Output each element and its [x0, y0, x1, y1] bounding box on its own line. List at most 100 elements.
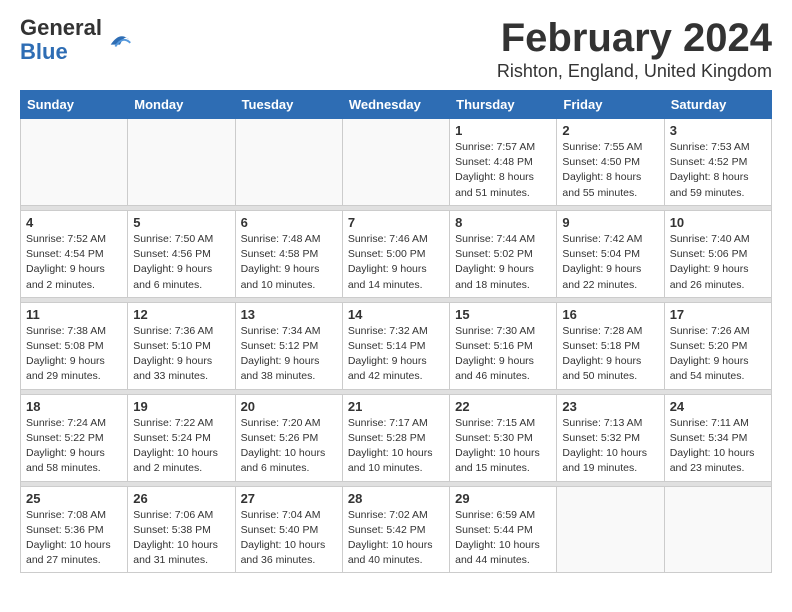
calendar-cell: 15 Sunrise: 7:30 AM Sunset: 5:16 PM Dayli… [450, 302, 557, 389]
day-number: 27 [241, 491, 337, 506]
day-number: 4 [26, 215, 122, 230]
calendar-cell [21, 119, 128, 206]
day-info: Sunrise: 7:36 AM Sunset: 5:10 PM Dayligh… [133, 324, 229, 385]
column-header-wednesday: Wednesday [342, 91, 449, 119]
day-number: 22 [455, 399, 551, 414]
column-header-sunday: Sunday [21, 91, 128, 119]
calendar-cell [557, 486, 664, 573]
calendar-cell: 10 Sunrise: 7:40 AM Sunset: 5:06 PM Dayli… [664, 210, 771, 297]
day-info: Sunrise: 7:17 AM Sunset: 5:28 PM Dayligh… [348, 416, 444, 477]
day-number: 2 [562, 123, 658, 138]
calendar-cell [342, 119, 449, 206]
day-info: Sunrise: 7:02 AM Sunset: 5:42 PM Dayligh… [348, 508, 444, 569]
calendar-header-row: SundayMondayTuesdayWednesdayThursdayFrid… [21, 91, 772, 119]
calendar-cell: 25 Sunrise: 7:08 AM Sunset: 5:36 PM Dayli… [21, 486, 128, 573]
day-number: 28 [348, 491, 444, 506]
day-info: Sunrise: 7:53 AM Sunset: 4:52 PM Dayligh… [670, 140, 766, 201]
day-info: Sunrise: 7:24 AM Sunset: 5:22 PM Dayligh… [26, 416, 122, 477]
calendar-cell: 14 Sunrise: 7:32 AM Sunset: 5:14 PM Dayli… [342, 302, 449, 389]
day-number: 16 [562, 307, 658, 322]
calendar-cell: 29Sunrise: 6:59 AM Sunset: 5:44 PM Dayli… [450, 486, 557, 573]
calendar-cell: 17 Sunrise: 7:26 AM Sunset: 5:20 PM Dayli… [664, 302, 771, 389]
calendar-cell: 1 Sunrise: 7:57 AM Sunset: 4:48 PM Daylig… [450, 119, 557, 206]
day-number: 7 [348, 215, 444, 230]
logo: General Blue [20, 16, 134, 64]
logo-blue-text: Blue [20, 39, 68, 64]
day-info: Sunrise: 7:42 AM Sunset: 5:04 PM Dayligh… [562, 232, 658, 293]
calendar-cell: 3 Sunrise: 7:53 AM Sunset: 4:52 PM Daylig… [664, 119, 771, 206]
day-info: Sunrise: 7:46 AM Sunset: 5:00 PM Dayligh… [348, 232, 444, 293]
week-row-1: 4 Sunrise: 7:52 AM Sunset: 4:54 PM Daylig… [21, 210, 772, 297]
calendar-cell: 16Sunrise: 7:28 AM Sunset: 5:18 PM Dayli… [557, 302, 664, 389]
calendar-cell: 20Sunrise: 7:20 AM Sunset: 5:26 PM Dayli… [235, 394, 342, 481]
calendar-cell: 19 Sunrise: 7:22 AM Sunset: 5:24 PM Dayli… [128, 394, 235, 481]
day-info: Sunrise: 7:44 AM Sunset: 5:02 PM Dayligh… [455, 232, 551, 293]
calendar-cell [128, 119, 235, 206]
day-number: 24 [670, 399, 766, 414]
day-number: 8 [455, 215, 551, 230]
day-info: Sunrise: 7:55 AM Sunset: 4:50 PM Dayligh… [562, 140, 658, 201]
day-number: 29 [455, 491, 551, 506]
day-info: Sunrise: 7:04 AM Sunset: 5:40 PM Dayligh… [241, 508, 337, 569]
calendar-cell: 23Sunrise: 7:13 AM Sunset: 5:32 PM Dayli… [557, 394, 664, 481]
day-info: Sunrise: 7:30 AM Sunset: 5:16 PM Dayligh… [455, 324, 551, 385]
calendar-title: February 2024 [497, 16, 772, 61]
column-header-monday: Monday [128, 91, 235, 119]
day-info: Sunrise: 7:48 AM Sunset: 4:58 PM Dayligh… [241, 232, 337, 293]
day-number: 13 [241, 307, 337, 322]
day-info: Sunrise: 7:22 AM Sunset: 5:24 PM Dayligh… [133, 416, 229, 477]
day-info: Sunrise: 7:50 AM Sunset: 4:56 PM Dayligh… [133, 232, 229, 293]
day-number: 12 [133, 307, 229, 322]
day-info: Sunrise: 7:52 AM Sunset: 4:54 PM Dayligh… [26, 232, 122, 293]
week-row-3: 18 Sunrise: 7:24 AM Sunset: 5:22 PM Dayli… [21, 394, 772, 481]
week-row-4: 25 Sunrise: 7:08 AM Sunset: 5:36 PM Dayli… [21, 486, 772, 573]
day-info: Sunrise: 7:57 AM Sunset: 4:48 PM Dayligh… [455, 140, 551, 201]
day-info: Sunrise: 7:15 AM Sunset: 5:30 PM Dayligh… [455, 416, 551, 477]
day-info: Sunrise: 7:08 AM Sunset: 5:36 PM Dayligh… [26, 508, 122, 569]
calendar-cell: 21 Sunrise: 7:17 AM Sunset: 5:28 PM Dayli… [342, 394, 449, 481]
day-info: Sunrise: 7:26 AM Sunset: 5:20 PM Dayligh… [670, 324, 766, 385]
calendar-cell: 6 Sunrise: 7:48 AM Sunset: 4:58 PM Daylig… [235, 210, 342, 297]
calendar-cell: 24 Sunrise: 7:11 AM Sunset: 5:34 PM Dayli… [664, 394, 771, 481]
column-header-thursday: Thursday [450, 91, 557, 119]
day-number: 26 [133, 491, 229, 506]
day-number: 14 [348, 307, 444, 322]
day-number: 15 [455, 307, 551, 322]
day-info: Sunrise: 7:32 AM Sunset: 5:14 PM Dayligh… [348, 324, 444, 385]
calendar-cell: 12 Sunrise: 7:36 AM Sunset: 5:10 PM Dayli… [128, 302, 235, 389]
calendar-cell: 5 Sunrise: 7:50 AM Sunset: 4:56 PM Daylig… [128, 210, 235, 297]
day-info: Sunrise: 7:34 AM Sunset: 5:12 PM Dayligh… [241, 324, 337, 385]
week-row-2: 11Sunrise: 7:38 AM Sunset: 5:08 PM Dayli… [21, 302, 772, 389]
column-header-saturday: Saturday [664, 91, 771, 119]
day-number: 21 [348, 399, 444, 414]
header: General Blue February 2024 Rishton, Engl… [0, 0, 792, 90]
day-number: 18 [26, 399, 122, 414]
day-info: Sunrise: 7:40 AM Sunset: 5:06 PM Dayligh… [670, 232, 766, 293]
day-number: 5 [133, 215, 229, 230]
day-number: 1 [455, 123, 551, 138]
day-number: 6 [241, 215, 337, 230]
title-block: February 2024 Rishton, England, United K… [497, 16, 772, 82]
week-row-0: 1 Sunrise: 7:57 AM Sunset: 4:48 PM Daylig… [21, 119, 772, 206]
logo-icon [106, 26, 134, 54]
calendar-cell: 2 Sunrise: 7:55 AM Sunset: 4:50 PM Daylig… [557, 119, 664, 206]
day-info: Sunrise: 7:11 AM Sunset: 5:34 PM Dayligh… [670, 416, 766, 477]
day-number: 19 [133, 399, 229, 414]
day-number: 25 [26, 491, 122, 506]
day-number: 17 [670, 307, 766, 322]
day-number: 11 [26, 307, 122, 322]
day-number: 10 [670, 215, 766, 230]
calendar-cell: 22 Sunrise: 7:15 AM Sunset: 5:30 PM Dayli… [450, 394, 557, 481]
column-header-tuesday: Tuesday [235, 91, 342, 119]
calendar-cell: 8 Sunrise: 7:44 AM Sunset: 5:02 PM Daylig… [450, 210, 557, 297]
calendar-cell: 26 Sunrise: 7:06 AM Sunset: 5:38 PM Dayli… [128, 486, 235, 573]
calendar-cell: 4 Sunrise: 7:52 AM Sunset: 4:54 PM Daylig… [21, 210, 128, 297]
day-number: 3 [670, 123, 766, 138]
day-info: Sunrise: 7:06 AM Sunset: 5:38 PM Dayligh… [133, 508, 229, 569]
calendar-cell [664, 486, 771, 573]
calendar-cell [235, 119, 342, 206]
logo-general-text: General [20, 15, 102, 40]
calendar-cell: 27 Sunrise: 7:04 AM Sunset: 5:40 PM Dayli… [235, 486, 342, 573]
calendar-table: SundayMondayTuesdayWednesdayThursdayFrid… [20, 90, 772, 573]
calendar-cell: 7 Sunrise: 7:46 AM Sunset: 5:00 PM Daylig… [342, 210, 449, 297]
